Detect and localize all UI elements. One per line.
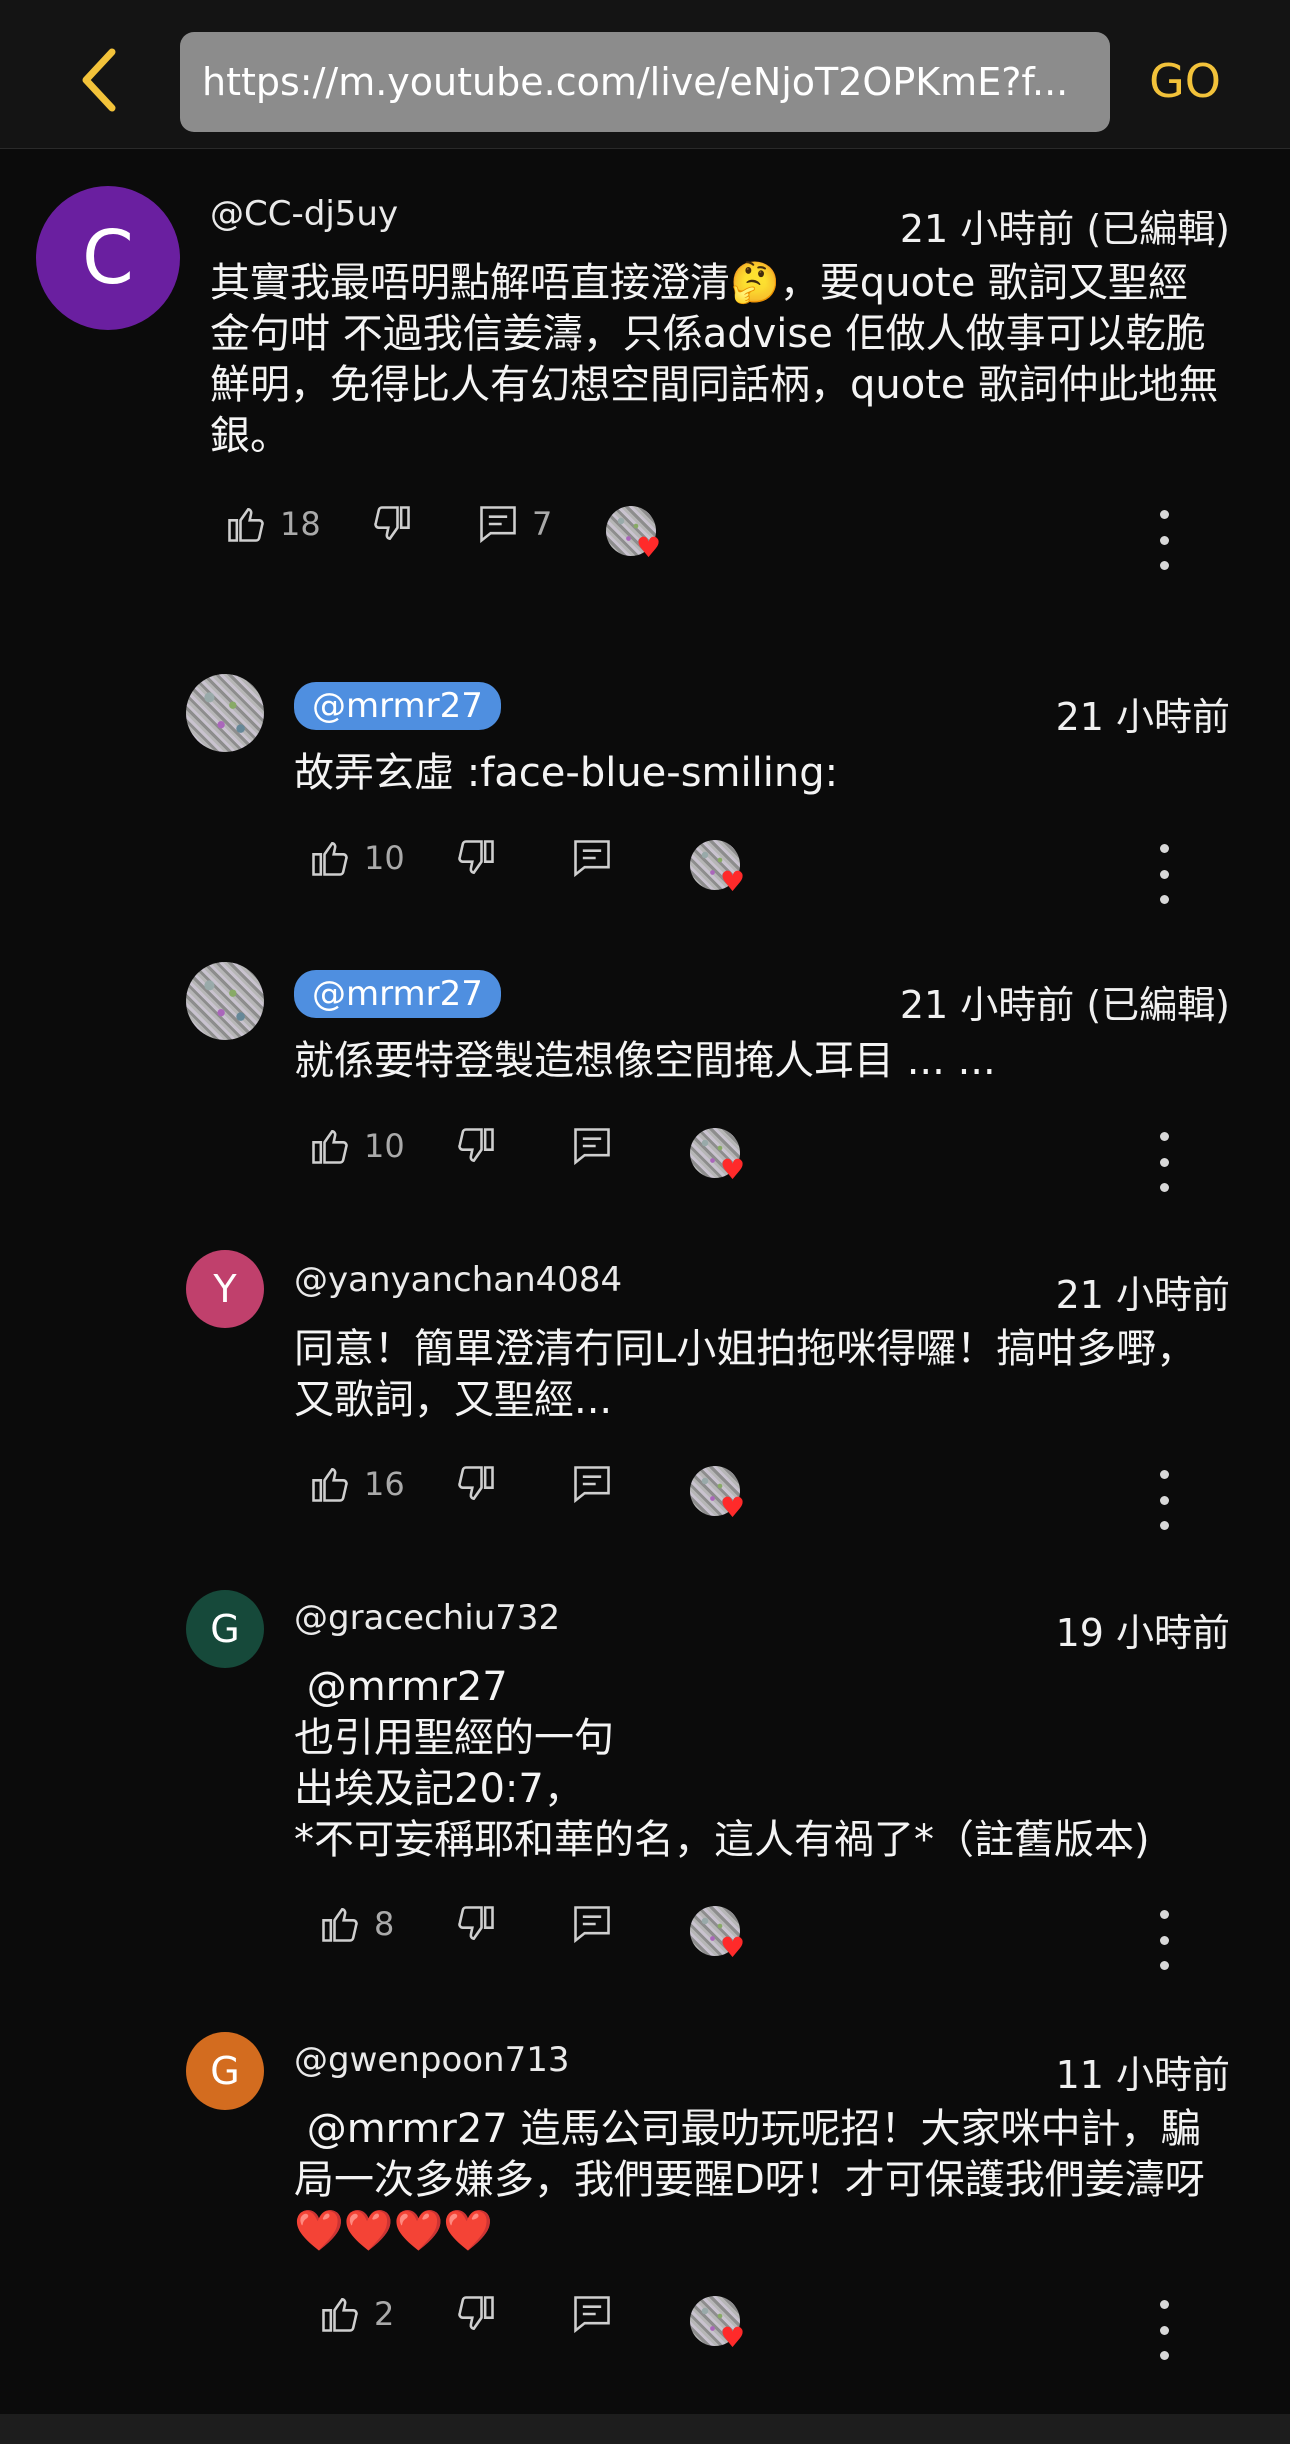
avatar[interactable] bbox=[186, 674, 264, 752]
like-count: 2 bbox=[374, 2295, 395, 2333]
reply-button[interactable] bbox=[570, 1124, 614, 1168]
avatar[interactable]: Y bbox=[186, 1250, 264, 1328]
comment-timestamp: 21 小時前 (已編輯) bbox=[899, 983, 1230, 1027]
back-button[interactable] bbox=[70, 40, 130, 120]
dislike-button[interactable] bbox=[454, 1462, 498, 1506]
thumbs-down-icon bbox=[374, 506, 410, 540]
dislike-button[interactable] bbox=[370, 502, 414, 546]
comment-icon bbox=[480, 506, 516, 544]
like-count: 16 bbox=[364, 1465, 405, 1503]
comment-timestamp: 21 小時前 bbox=[1055, 1273, 1230, 1317]
thumbs-down-icon bbox=[458, 840, 494, 874]
thumbs-up-icon bbox=[312, 1468, 348, 1502]
like-count: 18 bbox=[280, 505, 321, 543]
dislike-button[interactable] bbox=[454, 836, 498, 880]
comment-actions: 2 ♥ bbox=[318, 2292, 1238, 2362]
comment-actions: 8 ♥ bbox=[318, 1902, 1238, 1972]
more-options-button[interactable] bbox=[1154, 844, 1174, 904]
avatar-letter: Y bbox=[213, 1267, 237, 1311]
dislike-button[interactable] bbox=[454, 1902, 498, 1946]
comment-text: 同意！簡單澄清冇同L小姐拍拖咪得囉！搞咁多嘢，又歌詞，又聖經... bbox=[294, 1326, 1197, 1423]
comment-timestamp: 11 小時前 bbox=[1055, 2053, 1230, 2097]
comment-author[interactable]: @mrmr27 bbox=[294, 682, 501, 730]
comment-actions: 18 7 ♥ bbox=[224, 502, 1234, 572]
browser-toolbar: https://m.youtube.com/live/eNjoT2OPKmE?f… bbox=[0, 0, 1290, 149]
avatar-letter: C bbox=[82, 215, 134, 301]
heart-icon: ♥ bbox=[720, 865, 746, 898]
heart-icon: ♥ bbox=[720, 2321, 746, 2354]
comment-icon bbox=[574, 1906, 610, 1944]
avatar-letter: G bbox=[210, 1607, 240, 1651]
more-options-button[interactable] bbox=[1154, 2300, 1174, 2360]
reply-count: 7 bbox=[532, 505, 553, 543]
reply-button[interactable] bbox=[570, 1462, 614, 1506]
thumbs-up-icon bbox=[322, 1908, 358, 1942]
comment-author[interactable]: @yanyanchan4084 bbox=[294, 1260, 622, 1300]
reply-button[interactable] bbox=[570, 836, 614, 880]
comment-author[interactable]: @mrmr27 bbox=[294, 970, 501, 1018]
comment-author[interactable]: @CC-dj5uy bbox=[210, 194, 398, 234]
reply-button[interactable]: 7 bbox=[476, 502, 552, 546]
comment-actions: 16 ♥ bbox=[308, 1462, 1228, 1532]
url-input[interactable]: https://m.youtube.com/live/eNjoT2OPKmE?f… bbox=[180, 32, 1110, 132]
heart-icon: ♥ bbox=[720, 1491, 746, 1524]
comment-icon bbox=[574, 1128, 610, 1166]
bottom-bar bbox=[0, 2414, 1290, 2444]
comment-icon bbox=[574, 1466, 610, 1504]
avatar[interactable]: G bbox=[186, 2032, 264, 2110]
more-options-button[interactable] bbox=[1154, 510, 1174, 570]
thumbs-up-icon bbox=[312, 842, 348, 876]
more-options-button[interactable] bbox=[1154, 1470, 1174, 1530]
thumbs-up-icon bbox=[228, 508, 264, 542]
reply-button[interactable] bbox=[570, 2292, 614, 2336]
thumbs-down-icon bbox=[458, 1128, 494, 1162]
comment-timestamp: 21 小時前 bbox=[1055, 695, 1230, 739]
dislike-button[interactable] bbox=[454, 2292, 498, 2336]
heart-icon: ♥ bbox=[720, 1153, 746, 1186]
like-button[interactable]: 10 bbox=[308, 1124, 405, 1168]
avatar[interactable]: G bbox=[186, 1590, 264, 1668]
dislike-button[interactable] bbox=[454, 1124, 498, 1168]
like-button[interactable]: 8 bbox=[318, 1902, 394, 1946]
comment-actions: 10 ♥ bbox=[308, 1124, 1228, 1194]
heart-icon: ♥ bbox=[720, 1931, 746, 1964]
like-count: 10 bbox=[364, 1127, 405, 1165]
comment-timestamp: 19 小時前 bbox=[1055, 1611, 1230, 1655]
like-button[interactable]: 16 bbox=[308, 1462, 405, 1506]
thumbs-down-icon bbox=[458, 1906, 494, 1940]
chevron-left-icon bbox=[82, 48, 116, 112]
comment-author[interactable]: @gracechiu732 bbox=[294, 1598, 560, 1638]
go-button[interactable]: GO bbox=[1140, 48, 1230, 114]
comment-icon bbox=[574, 2296, 610, 2334]
like-button[interactable]: 2 bbox=[318, 2292, 394, 2336]
like-button[interactable]: 18 bbox=[224, 502, 321, 546]
comment-text: @mrmr27 也引用聖經的一句 出埃及記20:7， *不可妄稱耶和華的名，這人… bbox=[294, 1664, 1150, 1863]
heart-icon: ♥ bbox=[636, 531, 662, 564]
like-count: 10 bbox=[364, 839, 405, 877]
like-count: 8 bbox=[374, 1905, 395, 1943]
comment-text: 其實我最唔明點解唔直接澄清🤔，要quote 歌詞又聖經金句咁 不過我信姜濤，只係… bbox=[210, 260, 1219, 459]
comment-author[interactable]: @gwenpoon713 bbox=[294, 2040, 570, 2080]
reply-button[interactable] bbox=[570, 1902, 614, 1946]
comment-text: 故弄玄虛 :face-blue-smiling: bbox=[294, 750, 839, 796]
thumbs-up-icon bbox=[312, 1130, 348, 1164]
comment-text: 就係要特登製造想像空間掩人耳目 ... ... bbox=[294, 1038, 996, 1084]
comment-icon bbox=[574, 840, 610, 878]
comment-timestamp: 21 小時前 (已編輯) bbox=[899, 207, 1230, 251]
url-text: https://m.youtube.com/live/eNjoT2OPKmE?f… bbox=[202, 60, 1069, 104]
thumbs-down-icon bbox=[458, 1466, 494, 1500]
avatar[interactable]: C bbox=[36, 186, 180, 330]
comment-text: @mrmr27 造馬公司最叻玩呢招！大家咪中計，騙局一次多嫌多，我們要醒D呀！才… bbox=[294, 2106, 1205, 2254]
more-options-button[interactable] bbox=[1154, 1910, 1174, 1970]
avatar[interactable] bbox=[186, 962, 264, 1040]
thumbs-down-icon bbox=[458, 2296, 494, 2330]
more-options-button[interactable] bbox=[1154, 1132, 1174, 1192]
like-button[interactable]: 10 bbox=[308, 836, 405, 880]
thumbs-up-icon bbox=[322, 2298, 358, 2332]
avatar-letter: G bbox=[210, 2049, 240, 2093]
comment-actions: 10 ♥ bbox=[308, 836, 1228, 906]
